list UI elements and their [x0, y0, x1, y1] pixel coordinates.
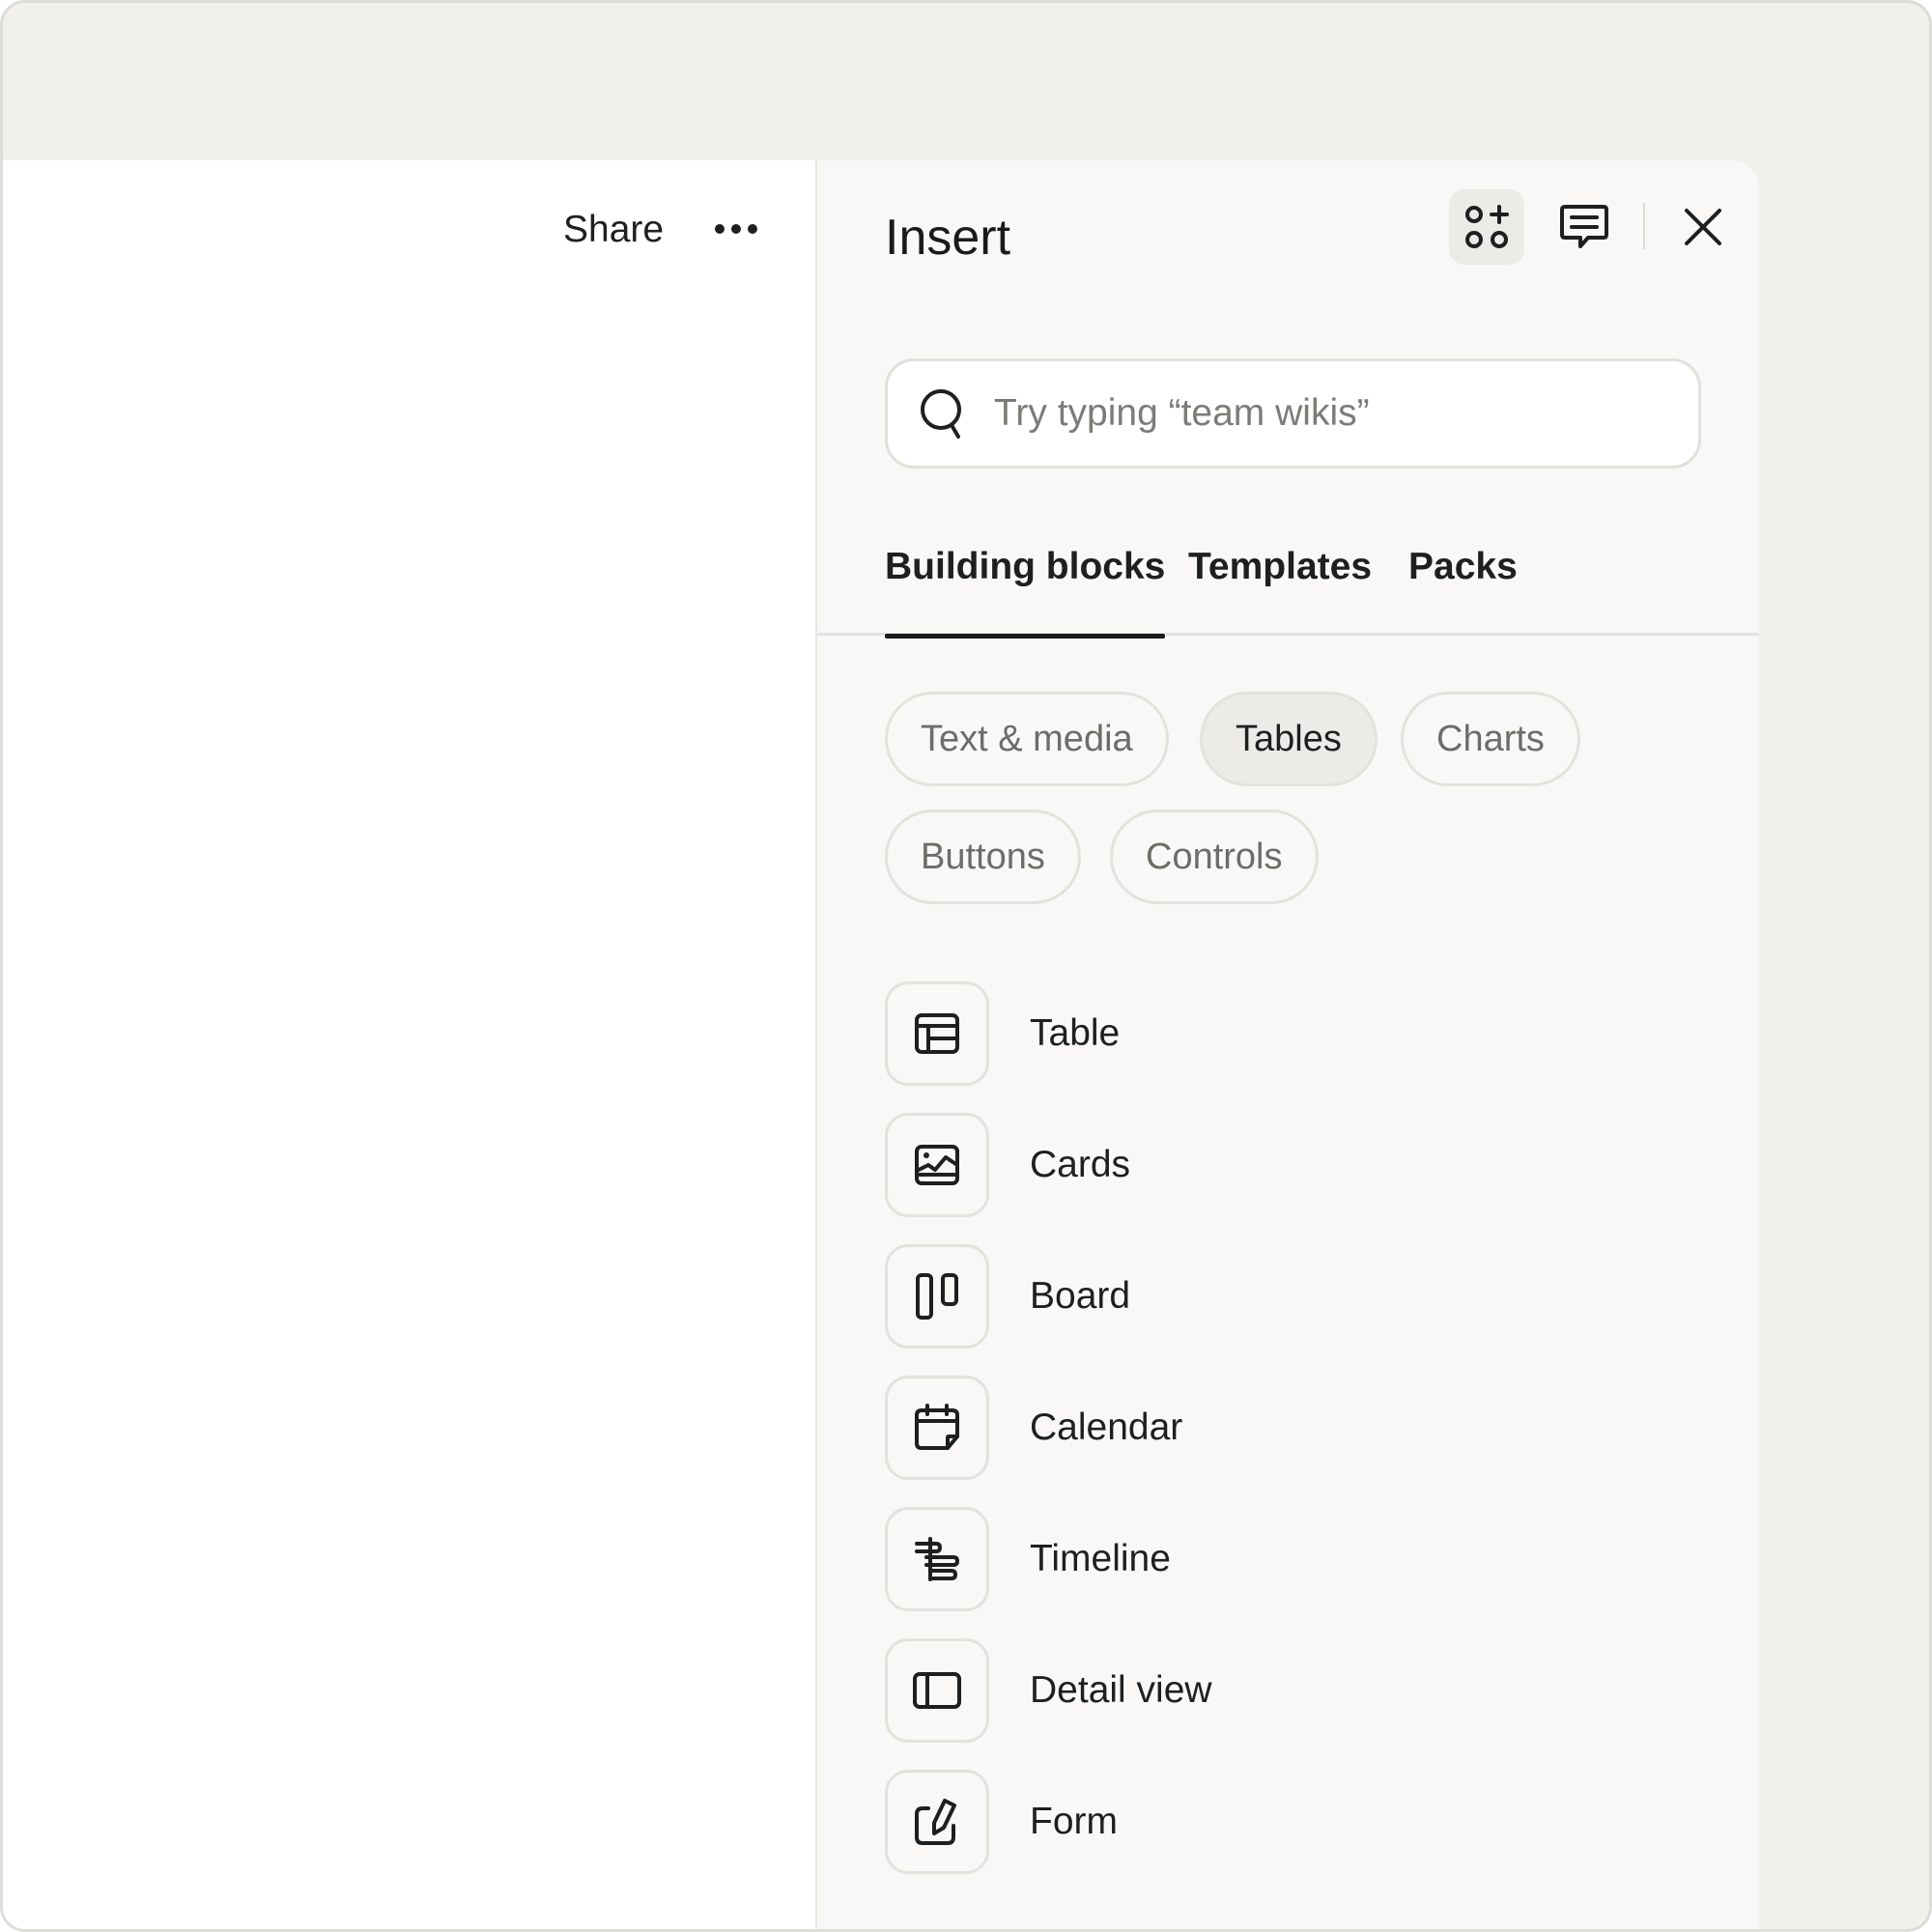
block-item-table[interactable]: Table	[885, 981, 1600, 1086]
chip-controls[interactable]: Controls	[1110, 810, 1319, 904]
insert-panel: Insert Try typing “team wikis” Building …	[817, 160, 1759, 1929]
timeline-icon	[915, 1537, 959, 1581]
item-label: Cards	[1030, 1144, 1131, 1185]
item-icon-box	[885, 1770, 989, 1874]
board-icon	[916, 1273, 958, 1320]
table-icon	[915, 1013, 959, 1054]
item-label: Table	[1030, 1012, 1121, 1054]
block-item-board[interactable]: Board	[885, 1244, 1600, 1349]
item-icon-box	[885, 1376, 989, 1480]
search-input[interactable]	[994, 392, 1670, 435]
chip-tables[interactable]: Tables	[1200, 692, 1378, 786]
item-icon-box	[885, 1638, 989, 1743]
blocks-add-icon	[1465, 205, 1509, 248]
tab-templates[interactable]: Templates	[1188, 527, 1372, 636]
chip-text-media[interactable]: Text & media	[885, 692, 1169, 786]
close-icon	[1685, 209, 1721, 245]
tab-building-blocks[interactable]: Building blocks	[885, 527, 1166, 639]
item-icon-box	[885, 981, 989, 1086]
block-item-calendar[interactable]: Calendar	[885, 1376, 1600, 1480]
share-button[interactable]: Share	[563, 201, 664, 259]
calendar-icon	[915, 1404, 959, 1450]
item-label: Timeline	[1030, 1538, 1171, 1579]
document-canvas[interactable]	[3, 160, 817, 1929]
comment-icon	[1560, 205, 1608, 248]
block-item-timeline[interactable]: Timeline	[885, 1507, 1600, 1611]
tab-packs[interactable]: Packs	[1408, 527, 1518, 636]
more-horizontal-icon	[715, 224, 757, 234]
item-icon-box	[885, 1507, 989, 1611]
more-options-button[interactable]	[708, 208, 764, 250]
item-label: Detail view	[1030, 1669, 1212, 1711]
tab-bar: Building blocks Templates Packs	[817, 527, 1759, 639]
chip-buttons[interactable]: Buttons	[885, 810, 1081, 904]
block-item-form[interactable]: Form	[885, 1770, 1600, 1874]
panel-title: Insert	[885, 210, 1011, 266]
item-label: Calendar	[1030, 1406, 1183, 1448]
close-panel-button[interactable]	[1665, 189, 1741, 265]
block-item-cards[interactable]: Cards	[885, 1113, 1600, 1217]
header-divider	[1643, 203, 1645, 249]
search-box[interactable]	[885, 358, 1701, 469]
detail-view-icon	[913, 1672, 961, 1709]
form-icon	[915, 1799, 956, 1845]
chip-charts[interactable]: Charts	[1401, 692, 1580, 786]
item-icon-box	[885, 1113, 989, 1217]
search-icon	[919, 386, 969, 440]
insert-blocks-button[interactable]	[1449, 189, 1524, 265]
item-label: Form	[1030, 1801, 1118, 1842]
item-label: Board	[1030, 1275, 1131, 1317]
app-window: Share Insert Try typing “team wikis” Bui…	[0, 0, 1932, 1932]
item-icon-box	[885, 1244, 989, 1349]
comments-button[interactable]	[1547, 189, 1622, 265]
cards-icon	[915, 1145, 959, 1185]
block-item-detail-view[interactable]: Detail view	[885, 1638, 1600, 1743]
